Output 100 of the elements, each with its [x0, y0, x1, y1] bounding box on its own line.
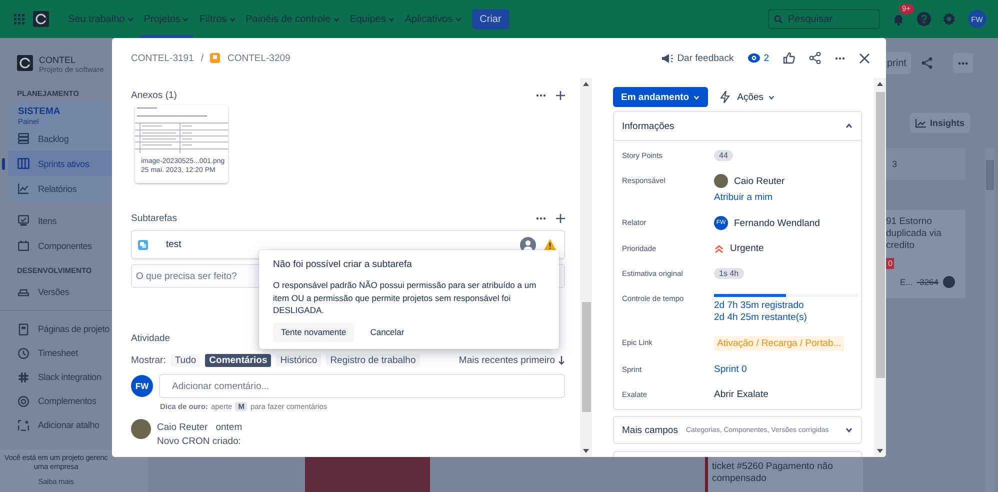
caret-icon	[454, 16, 462, 22]
app-switcher-button[interactable]	[14, 14, 25, 24]
time-remaining: 2d 4h 25m restante(s)	[714, 312, 808, 324]
sidebar-item[interactable]: Itens	[0, 208, 112, 233]
nav-menu-item[interactable]: Seu trabalho	[64, 0, 138, 38]
chevron-down-icon[interactable]	[845, 426, 853, 434]
ticket-card[interactable]: ticket #5260 Pagamento não compensado	[705, 457, 863, 492]
section-heading: Atividade	[131, 332, 170, 344]
add-shortcut-icon	[17, 418, 30, 432]
subtasks-more-button[interactable]	[536, 216, 546, 220]
project-logo-icon	[17, 55, 33, 71]
parent-issue-link[interactable]: CONTEL-3191	[131, 52, 194, 64]
more-button[interactable]	[953, 53, 974, 73]
page-icon	[17, 322, 30, 336]
caret-icon	[228, 16, 236, 22]
card-epic: E...	[900, 276, 913, 288]
backlog-icon	[17, 132, 30, 145]
monitor-icon	[17, 214, 30, 227]
comment-field[interactable]: Adicionar comentário...	[159, 374, 565, 398]
sidebar-item[interactable]: Relatórios	[8, 176, 112, 201]
priority-urgent-icon	[714, 244, 724, 254]
nav-menu-item[interactable]: Aplicativos	[400, 0, 466, 38]
attachments-more-button[interactable]	[536, 94, 546, 96]
card-title-line: duplicada via	[886, 228, 942, 240]
sort-button[interactable]: Mais recentes primeiro	[458, 354, 565, 366]
field-badge: 1s 4h	[714, 268, 744, 279]
nav-menu-item[interactable]: Painéis de controle	[242, 0, 344, 38]
search-field[interactable]: Pesquisar	[768, 9, 880, 29]
caret-icon	[768, 94, 775, 100]
board-columns-icon	[17, 157, 30, 170]
more-button[interactable]	[835, 56, 845, 60]
card-title-line: credito	[886, 240, 916, 252]
scrollbar[interactable]	[874, 78, 886, 457]
bolt-icon	[720, 91, 730, 103]
epic-link[interactable]: Ativação / Recarga / Portab...	[714, 336, 844, 351]
sidebar-item[interactable]: Slack integration	[0, 365, 112, 389]
chevron-up-icon[interactable]	[845, 122, 853, 130]
hash-icon	[17, 370, 30, 384]
nav-menu-item[interactable]: Equipes	[346, 0, 399, 38]
sidebar-item[interactable]: Timesheet	[0, 341, 112, 365]
user-name: Caio Reuter	[734, 174, 785, 188]
assign-to-me-link[interactable]: Atribuir a mim	[714, 191, 773, 204]
share-icon[interactable]	[921, 57, 934, 69]
activity-filter-tab[interactable]: Comentários	[205, 354, 272, 366]
sidebar-item[interactable]: Versões	[0, 279, 112, 304]
sidebar-item[interactable]: Adicionar atalho	[0, 413, 112, 437]
sidebar-item[interactable]: Componentes	[0, 233, 112, 258]
show-label: Mostrar:	[131, 354, 166, 366]
subtask-type-icon	[210, 53, 220, 63]
popup-message: O responsável padrão NÃO possui permissão para ser atribuído a um item OU a permissão que permite projetos sem responsável foi DESLIGADA.	[273, 279, 538, 316]
activity-filter-tab[interactable]: Histórico	[276, 354, 322, 366]
field-badge: 44	[714, 150, 733, 161]
share-button[interactable]	[809, 52, 821, 64]
nav-menu-item[interactable]: Filtros	[195, 0, 240, 38]
user-avatar	[131, 419, 151, 439]
caret-icon	[182, 16, 190, 22]
time-logged: 2d 7h 35m registrado	[714, 300, 805, 312]
comment-author[interactable]: Caio Reuter	[157, 422, 208, 433]
section-heading: Subtarefas	[131, 212, 177, 224]
popup-title: Não foi possível criar a subtarefa	[273, 259, 413, 270]
more-icon[interactable]	[958, 62, 968, 64]
add-subtask-button[interactable]	[556, 214, 565, 222]
comment-time: ontem	[216, 422, 242, 433]
add-attachment-button[interactable]	[556, 90, 565, 100]
field-value[interactable]: Abrir Exalate	[714, 389, 768, 400]
insights-button[interactable]: Insights	[910, 113, 970, 133]
caret-icon	[332, 16, 340, 22]
like-button[interactable]	[783, 52, 795, 64]
caret-icon	[388, 16, 395, 22]
scrollbar[interactable]	[580, 78, 592, 457]
sprint-button[interactable]: print	[886, 52, 912, 74]
project-logo-icon[interactable]	[33, 11, 49, 27]
sprint-link[interactable]: Sprint 0	[714, 364, 747, 375]
actions-button[interactable]: Ações	[720, 91, 775, 103]
status-button[interactable]: Em andamento	[613, 87, 708, 107]
card-badge: 0	[886, 258, 894, 269]
watchers-button[interactable]: 2	[748, 52, 769, 64]
breadcrumb-separator: /	[200, 52, 204, 64]
sidebar-item[interactable]: Backlog	[8, 126, 112, 151]
issue-card[interactable]: 91 Estorno duplicada via credito 0 E... -3264	[886, 210, 965, 298]
sidebar-item[interactable]: Complementos	[0, 389, 112, 413]
create-button[interactable]: Criar	[472, 9, 510, 29]
feedback-button[interactable]: Dar feedback	[661, 52, 734, 64]
card-title-line: 91 Estorno	[886, 216, 933, 228]
retry-button[interactable]: Tente novamente	[273, 322, 354, 342]
gear-icon	[17, 394, 30, 408]
activity-filter-tab[interactable]: Tudo	[170, 354, 200, 366]
board-title[interactable]: SISTEMA	[18, 106, 60, 117]
sidebar-item[interactable]: Páginas de projeto	[0, 317, 112, 341]
caret-icon	[693, 94, 700, 100]
activity-filter-tab[interactable]: Registro de trabalho	[326, 354, 420, 366]
clock-icon	[17, 346, 30, 360]
details-header[interactable]: Informações	[614, 112, 861, 141]
close-button[interactable]	[859, 52, 870, 64]
sort-arrow-icon	[558, 356, 565, 364]
priority-value: Urgente	[730, 242, 764, 255]
user-avatar	[714, 174, 728, 188]
issue-key-link[interactable]: CONTEL-3209	[227, 52, 290, 64]
column-count: 3	[892, 159, 898, 169]
cancel-button[interactable]: Cancelar	[362, 322, 412, 342]
